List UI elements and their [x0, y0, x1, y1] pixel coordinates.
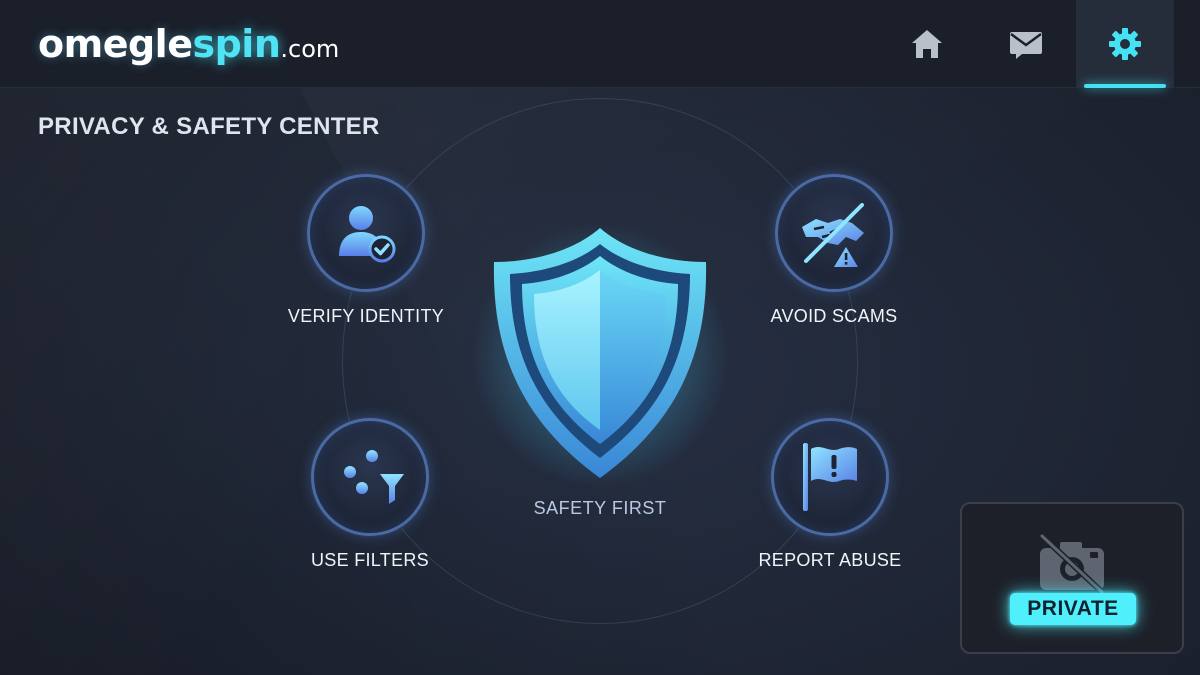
logo-text-domain: .com: [280, 35, 340, 63]
feature-icon-circle: [771, 418, 889, 536]
camera-off-icon: [1039, 534, 1105, 594]
report-flag-icon: [803, 443, 857, 511]
feature-label: AVOID SCAMS: [770, 306, 898, 326]
feature-use-filters[interactable]: USE FILTERS: [270, 418, 470, 571]
home-icon: [912, 30, 942, 58]
feature-icon-circle: [775, 174, 893, 292]
nav-home-button[interactable]: [878, 0, 976, 88]
feature-label: USE FILTERS: [311, 550, 429, 570]
safety-first-caption: SAFETY FIRST: [533, 498, 667, 518]
shield-emblem: [470, 220, 730, 490]
mail-icon: [1010, 32, 1042, 59]
top-bar: omeglespin.com: [0, 0, 1200, 88]
logo-text-spin: spin: [192, 22, 281, 66]
feature-icon-circle: [307, 174, 425, 292]
private-camera-preview[interactable]: PRIVATE: [960, 502, 1184, 654]
gear-icon: [1109, 28, 1141, 60]
private-badge: PRIVATE: [1010, 593, 1136, 625]
user-verified-icon: [339, 206, 396, 263]
nav-settings-button[interactable]: [1076, 0, 1174, 88]
feature-verify-identity[interactable]: VERIFY IDENTITY: [266, 174, 466, 327]
feature-avoid-scams[interactable]: AVOID SCAMS: [734, 174, 934, 327]
feature-report-abuse[interactable]: REPORT ABUSE: [730, 418, 930, 571]
feature-icon-circle: [311, 418, 429, 536]
logo-text-omegle: omegle: [38, 22, 193, 66]
nav-messages-button[interactable]: [977, 0, 1075, 88]
no-handshake-warning-icon: [802, 203, 864, 267]
filter-sliders-icon: [336, 450, 404, 504]
site-logo[interactable]: omeglespin.com: [38, 22, 339, 66]
feature-label: REPORT ABUSE: [758, 550, 902, 570]
feature-label: VERIFY IDENTITY: [287, 306, 445, 326]
page-title: PRIVACY & SAFETY CENTER: [38, 113, 380, 140]
shield-icon: [472, 223, 728, 487]
